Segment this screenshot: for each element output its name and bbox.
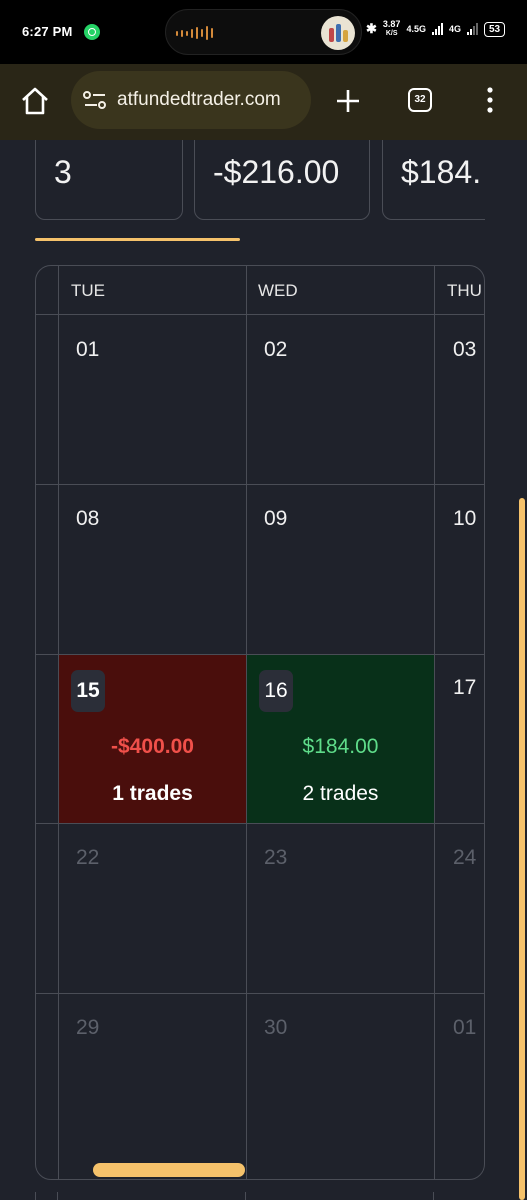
calendar-day[interactable]: 08: [76, 507, 99, 531]
calendar-day[interactable]: 02: [264, 338, 287, 362]
bluetooth-icon: ✱: [366, 21, 377, 36]
calendar-day[interactable]: 29: [76, 1016, 99, 1040]
calendar-day[interactable]: 10: [453, 507, 476, 531]
day-trade-count: 1 trades: [112, 782, 193, 805]
calendar-day-16-gain[interactable]: 16 $184.00 2 trades: [247, 655, 434, 823]
signal-bars-icon-2: [466, 23, 478, 35]
summary-card-profit: $184.: [382, 140, 485, 220]
calendar-day[interactable]: 24: [453, 846, 476, 870]
day-number-badge: 15: [71, 670, 105, 712]
whatsapp-icon: [84, 24, 100, 40]
calendar-day[interactable]: 22: [76, 846, 99, 870]
calendar-day-15-loss[interactable]: 15 -$400.00 1 trades: [59, 655, 246, 823]
calendar-day[interactable]: 23: [264, 846, 287, 870]
network-type-2: 4G: [448, 24, 461, 34]
day-pnl-gain: $184.00: [302, 735, 379, 758]
calendar-day[interactable]: 01: [76, 338, 99, 362]
day-header-tue: TUE: [71, 281, 105, 300]
network-speed: 3.87 K/S: [382, 19, 401, 38]
status-time: 6:27 PM: [22, 24, 73, 39]
calendar-day[interactable]: 03: [453, 338, 476, 362]
signal-bars-icon: [431, 23, 443, 35]
url-text: atfundedtrader.com: [117, 89, 281, 110]
new-tab-plus-icon[interactable]: [335, 88, 361, 114]
dynamic-island[interactable]: [165, 9, 362, 55]
status-indicators: ✱ 3.87 K/S 4.5G 4G 53: [366, 19, 506, 38]
calendar-day[interactable]: 09: [264, 507, 287, 531]
calendar-day[interactable]: 17: [453, 676, 476, 700]
day-trade-count: 2 trades: [302, 782, 379, 805]
horizontal-scrollbar[interactable]: [93, 1163, 245, 1177]
status-bar: 6:27 PM ✱ 3.87 K/S 4.5G 4G 53: [0, 0, 527, 64]
address-bar[interactable]: atfundedtrader.com: [71, 71, 311, 129]
network-type-1: 4.5G: [406, 24, 426, 34]
more-menu-icon[interactable]: [486, 86, 494, 114]
day-pnl-loss: -$400.00: [111, 735, 194, 758]
calendar-day[interactable]: 30: [264, 1016, 287, 1040]
site-settings-icon[interactable]: [83, 90, 107, 110]
summary-card-count: 3: [35, 140, 183, 220]
day-number-badge: 16: [259, 670, 293, 712]
vertical-scrollbar[interactable]: [519, 498, 525, 1200]
tab-switcher-icon[interactable]: 32: [408, 88, 432, 112]
carousel-indicator: [35, 238, 240, 241]
day-header-wed: WED: [258, 281, 298, 300]
home-icon[interactable]: [20, 86, 50, 116]
summary-cards: 3 -$216.00 $184.: [0, 140, 485, 240]
day-header-thu: THU: [447, 281, 482, 300]
calendar-day[interactable]: 01: [453, 1016, 476, 1040]
browser-toolbar: atfundedtrader.com 32: [0, 64, 527, 140]
trading-calendar[interactable]: TUE WED THU 01 02 03 08 09 10 15 -$400.0…: [35, 265, 485, 1180]
media-thumbnail-icon: [321, 16, 355, 50]
summary-card-net-pnl: -$216.00: [194, 140, 370, 220]
audio-wave-icon: [176, 26, 213, 40]
battery-icon: 53: [483, 21, 506, 37]
